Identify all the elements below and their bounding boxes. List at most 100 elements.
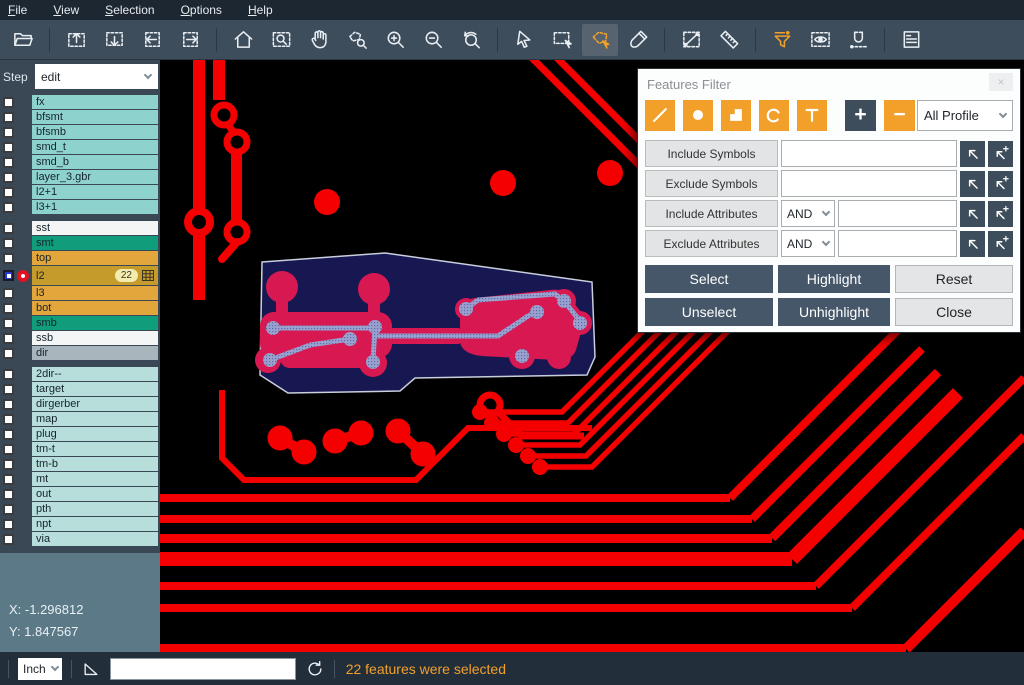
- layer-row-smb[interactable]: smb: [0, 316, 160, 330]
- menu-selection[interactable]: Selection: [105, 3, 154, 17]
- pad-feature-button[interactable]: [683, 100, 713, 131]
- units-select[interactable]: Inch: [18, 658, 62, 680]
- layer-row-l2+1[interactable]: l2+1: [0, 185, 160, 199]
- layer-visibility-checkbox[interactable]: [3, 399, 14, 410]
- layer-visibility-checkbox[interactable]: [3, 519, 14, 530]
- layer-row-plug[interactable]: plug: [0, 427, 160, 441]
- layers-panel-button[interactable]: [893, 24, 929, 56]
- include-symbols-input[interactable]: [781, 140, 957, 167]
- pick-from-canvas-icon[interactable]: [960, 201, 985, 227]
- pcb-canvas[interactable]: Features Filter × + − All Profile Includ…: [160, 60, 1024, 652]
- layer-row-layer_3.gbr[interactable]: layer_3.gbr: [0, 170, 160, 184]
- pick-add-icon[interactable]: [988, 231, 1013, 257]
- layer-visibility-checkbox[interactable]: [3, 127, 14, 138]
- rectangle-select-button[interactable]: [544, 24, 580, 56]
- surface-feature-button[interactable]: [721, 100, 751, 131]
- layer-row-npt[interactable]: npt: [0, 517, 160, 531]
- close-button[interactable]: Close: [895, 298, 1013, 326]
- arc-feature-button[interactable]: [759, 100, 789, 131]
- command-input[interactable]: [110, 658, 296, 680]
- menu-options[interactable]: Options: [181, 3, 222, 17]
- features-filter-button[interactable]: [764, 24, 800, 56]
- layer-visibility-checkbox[interactable]: [3, 333, 14, 344]
- layer-visibility-checkbox[interactable]: [3, 369, 14, 380]
- view-options-button[interactable]: [802, 24, 838, 56]
- layer-visibility-checkbox[interactable]: [3, 288, 14, 299]
- zoom-area-button[interactable]: [263, 24, 299, 56]
- add-filter-button[interactable]: +: [845, 100, 876, 131]
- select-button[interactable]: Select: [645, 265, 773, 293]
- highlight-button[interactable]: Highlight: [778, 265, 890, 293]
- refresh-icon[interactable]: [305, 659, 325, 679]
- layer-row-l2[interactable]: l222: [0, 266, 160, 285]
- layer-row-smd_t[interactable]: smd_t: [0, 140, 160, 154]
- exclude-attributes-button[interactable]: Exclude Attributes: [645, 230, 778, 257]
- reset-button[interactable]: Reset: [895, 265, 1013, 293]
- measure-ruler-button[interactable]: [711, 24, 747, 56]
- layer-visibility-checkbox[interactable]: [3, 253, 14, 264]
- dialog-title-bar[interactable]: Features Filter ×: [645, 69, 1013, 95]
- zoom-in-button[interactable]: [377, 24, 413, 56]
- layer-visibility-checkbox[interactable]: [3, 157, 14, 168]
- layer-visibility-checkbox[interactable]: [3, 534, 14, 545]
- pan-left-button[interactable]: [134, 24, 170, 56]
- layer-row-out[interactable]: out: [0, 487, 160, 501]
- layer-row-map[interactable]: map: [0, 412, 160, 426]
- layer-row-tm-b[interactable]: tm-b: [0, 457, 160, 471]
- snap-mode-button[interactable]: [840, 24, 876, 56]
- layer-row-ssb[interactable]: ssb: [0, 331, 160, 345]
- close-icon[interactable]: ×: [989, 73, 1013, 91]
- layer-visibility-checkbox[interactable]: [3, 202, 14, 213]
- layer-visibility-checkbox[interactable]: [3, 238, 14, 249]
- layer-row-bot[interactable]: bot: [0, 301, 160, 315]
- layer-visibility-checkbox[interactable]: [3, 97, 14, 108]
- pick-add-icon[interactable]: [988, 141, 1013, 167]
- pick-from-canvas-icon[interactable]: [960, 171, 985, 197]
- include-attributes-logic-select[interactable]: AND: [781, 200, 835, 227]
- layer-visibility-checkbox[interactable]: [3, 223, 14, 234]
- layer-row-fx[interactable]: fx: [0, 95, 160, 109]
- pan-up-button[interactable]: [58, 24, 94, 56]
- menu-view[interactable]: View: [53, 3, 79, 17]
- layer-row-tm-t[interactable]: tm-t: [0, 442, 160, 456]
- pick-from-canvas-icon[interactable]: [960, 141, 985, 167]
- include-attributes-button[interactable]: Include Attributes: [645, 200, 778, 227]
- pick-add-icon[interactable]: [988, 171, 1013, 197]
- layer-visibility-checkbox[interactable]: [3, 474, 14, 485]
- layer-row-sst[interactable]: sst: [0, 221, 160, 235]
- layer-visibility-checkbox[interactable]: [3, 270, 14, 281]
- home-view-button[interactable]: [225, 24, 261, 56]
- layer-visibility-checkbox[interactable]: [3, 112, 14, 123]
- layer-row-top[interactable]: top: [0, 251, 160, 265]
- layer-visibility-checkbox[interactable]: [3, 172, 14, 183]
- unhighlight-button[interactable]: Unhighlight: [778, 298, 890, 326]
- pick-add-icon[interactable]: [988, 201, 1013, 227]
- layer-visibility-checkbox[interactable]: [3, 348, 14, 359]
- step-select[interactable]: edit: [35, 64, 158, 89]
- layer-visibility-checkbox[interactable]: [3, 429, 14, 440]
- profile-select[interactable]: All Profile: [917, 100, 1013, 131]
- clean-brush-button[interactable]: [620, 24, 656, 56]
- snap-angle-icon[interactable]: [81, 659, 101, 679]
- pan-down-button[interactable]: [96, 24, 132, 56]
- pan-hand-button[interactable]: [301, 24, 337, 56]
- layer-visibility-checkbox[interactable]: [3, 504, 14, 515]
- layer-visibility-checkbox[interactable]: [3, 459, 14, 470]
- select-cursor-button[interactable]: [506, 24, 542, 56]
- exclude-symbols-button[interactable]: Exclude Symbols: [645, 170, 778, 197]
- layer-row-dirgerber[interactable]: dirgerber: [0, 397, 160, 411]
- text-feature-button[interactable]: [797, 100, 827, 131]
- remove-filter-button[interactable]: −: [884, 100, 915, 131]
- zoom-out-button[interactable]: [415, 24, 451, 56]
- layer-row-smd_b[interactable]: smd_b: [0, 155, 160, 169]
- zoom-polygon-button[interactable]: [339, 24, 375, 56]
- layer-visibility-checkbox[interactable]: [3, 318, 14, 329]
- layer-row-smt[interactable]: smt: [0, 236, 160, 250]
- layer-visibility-checkbox[interactable]: [3, 187, 14, 198]
- layer-row-dir[interactable]: dir: [0, 346, 160, 360]
- layer-visibility-checkbox[interactable]: [3, 303, 14, 314]
- layer-row-2dir--[interactable]: 2dir--: [0, 367, 160, 381]
- layer-row-bfsmb[interactable]: bfsmb: [0, 125, 160, 139]
- layer-visibility-checkbox[interactable]: [3, 444, 14, 455]
- unselect-button[interactable]: Unselect: [645, 298, 773, 326]
